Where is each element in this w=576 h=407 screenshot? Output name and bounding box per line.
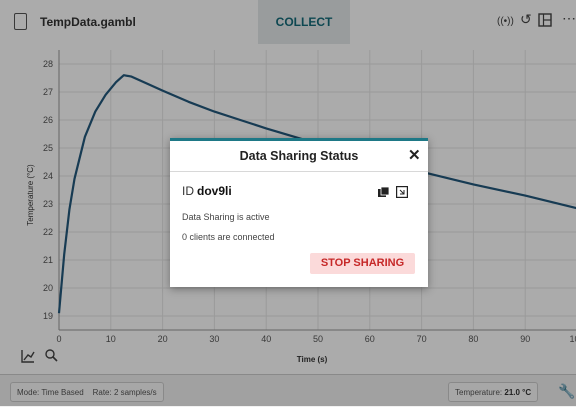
close-icon[interactable]: ✕ bbox=[408, 146, 421, 164]
dialog-divider bbox=[170, 171, 428, 172]
share-id: ID dov9li bbox=[182, 184, 232, 198]
stop-sharing-button[interactable]: STOP SHARING bbox=[310, 253, 415, 274]
qr-code-icon[interactable] bbox=[396, 186, 408, 198]
sharing-status-text: Data Sharing is active bbox=[182, 212, 270, 222]
clients-connected-text: 0 clients are connected bbox=[182, 232, 275, 242]
data-sharing-dialog: Data Sharing Status ✕ ID dov9li Data Shar… bbox=[170, 138, 428, 287]
share-id-label: ID bbox=[182, 184, 194, 198]
dialog-title: Data Sharing Status bbox=[239, 149, 359, 163]
copy-icon[interactable] bbox=[378, 187, 390, 197]
share-id-value: dov9li bbox=[197, 184, 232, 198]
app-window: TempData.gambl COLLECT ((•)) ↺ ⋯ 0 10 20 30… bbox=[0, 0, 576, 407]
